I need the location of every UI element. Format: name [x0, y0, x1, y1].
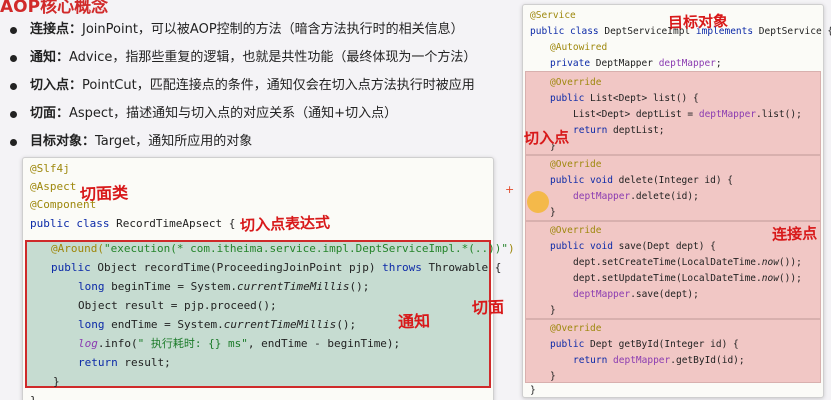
annotation-advice: 通知 — [397, 311, 431, 332]
annotation-pointcut-expression: 切入点表达式 — [239, 213, 331, 235]
code-line: deptMapper.save(dept); — [573, 289, 699, 300]
pointer-highlight-icon — [527, 191, 549, 213]
code-line: @Slf4j — [30, 162, 70, 175]
definition-advice: 通知：Advice，指那些重复的逻辑，也就是共性功能（最终体现为一个方法） — [10, 48, 510, 76]
definition-pointcut: 切入点：PointCut，匹配连接点的条件，通知仅会在切入点方法执行时被应用 — [10, 76, 510, 104]
code-line: public List<Dept> list() { — [550, 93, 699, 104]
code-line: } — [30, 392, 37, 400]
code-line: public Object recordTime(ProceedingJoinP… — [51, 261, 502, 274]
annotation-aspect-class: 切面类 — [79, 183, 129, 204]
code-line: @Override — [550, 225, 602, 236]
code-line: } — [550, 305, 556, 316]
code-line: } — [550, 371, 556, 382]
target-code-block: @Service public class DeptServiceImpl im… — [522, 4, 831, 398]
annotation-joinpoint: 连接点 — [771, 224, 818, 244]
code-line: @Service — [530, 10, 576, 21]
definition-list: 连接点：JoinPoint，可以被AOP控制的方法（暗含方法执行时的相关信息） … — [10, 20, 510, 160]
code-line: Object result = pjp.proceed(); — [78, 299, 277, 312]
code-line: log.info(" 执行耗时: {} ms", endTime - begin… — [78, 337, 401, 350]
code-line: public void delete(Integer id) { — [550, 175, 734, 186]
pointcut-annotation-line: @Around("execution(* com.itheima.service… — [51, 242, 515, 255]
code-line: private DeptMapper deptMapper; — [550, 58, 722, 69]
code-line: dept.setUpdateTime(LocalDateTime.now()); — [573, 273, 802, 284]
code-line: return result; — [78, 356, 171, 369]
code-line: } — [550, 207, 556, 218]
definition-target: 目标对象：Target，通知所应用的对象 — [10, 132, 510, 160]
code-line: public Dept getById(Integer id) { — [550, 339, 739, 350]
code-line: long endTime = System.currentTimeMillis(… — [78, 318, 357, 331]
annotation-pointcut: 切入点 — [523, 128, 570, 148]
slide-heading: AOP核心概念 — [0, 0, 109, 17]
code-line: @Override — [550, 77, 602, 88]
code-line: return deptList; — [573, 125, 665, 136]
annotation-target-object: 目标对象 — [667, 11, 729, 33]
plus-icon: + — [505, 183, 515, 196]
code-line: @Override — [550, 159, 602, 170]
definition-joinpoint: 连接点：JoinPoint，可以被AOP控制的方法（暗含方法执行时的相关信息） — [10, 20, 510, 48]
code-line: } — [53, 375, 60, 388]
code-line: dept.setCreateTime(LocalDateTime.now()); — [573, 257, 802, 268]
code-line: List<Dept> deptList = deptMapper.list(); — [573, 109, 802, 120]
code-line: long beginTime = System.currentTimeMilli… — [78, 280, 370, 293]
code-line: } — [530, 385, 536, 396]
code-line: public void save(Dept dept) { — [550, 241, 716, 252]
code-line: return deptMapper.getById(id); — [573, 355, 745, 366]
code-line: @Aspect — [30, 180, 77, 193]
code-line: public class RecordTimeApsect { — [30, 217, 236, 230]
annotation-aspect: 切面 — [471, 297, 505, 318]
definition-aspect: 切面：Aspect，描述通知与切入点的对应关系（通知+切入点） — [10, 104, 510, 132]
code-line: @Override — [550, 323, 602, 334]
code-line: @Autowired — [550, 42, 608, 53]
code-line: deptMapper.delete(id); — [573, 191, 699, 202]
